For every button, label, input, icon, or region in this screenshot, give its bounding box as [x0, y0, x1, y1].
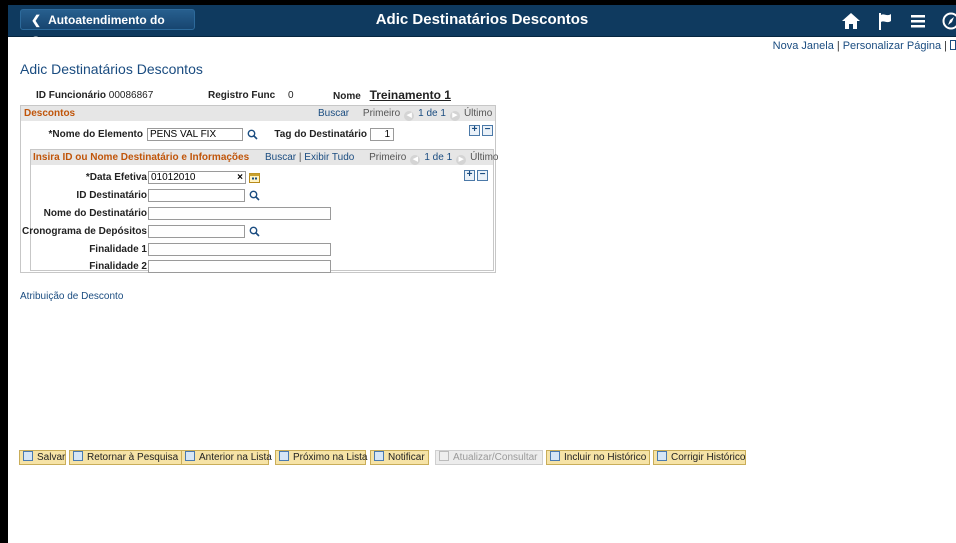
- app-header: ❮ Autoatendimento do Gerente Adic Destina…: [8, 5, 956, 48]
- deposit-schedule-label: Cronograma de Depósitos: [21, 226, 147, 237]
- home-icon[interactable]: [841, 11, 861, 31]
- purpose1-input[interactable]: [148, 243, 331, 256]
- correct-history-button[interactable]: Corrigir Histórico: [653, 450, 746, 465]
- employee-id: ID Funcionário 00086867: [36, 90, 153, 101]
- new-window-link[interactable]: Nova Janela: [773, 40, 834, 52]
- descontos-title: Descontos: [24, 108, 76, 119]
- element-name-label: *Nome do Elemento: [48, 129, 143, 140]
- next-arrow-icon[interactable]: ▶: [449, 111, 460, 121]
- recipient-name-label: Nome do Destinatário: [43, 208, 147, 219]
- page-icon[interactable]: [950, 40, 956, 50]
- add-row-button[interactable]: +: [464, 170, 475, 181]
- window-frame-left: [0, 0, 8, 543]
- next-button-label: Próximo na Lista: [293, 452, 368, 463]
- navbar-icon[interactable]: [941, 11, 956, 31]
- calendar-icon[interactable]: [249, 172, 260, 183]
- nav-separator: |: [298, 152, 302, 163]
- page-title: Adic Destinatários Descontos: [20, 61, 203, 77]
- recipient-name-input[interactable]: [148, 207, 331, 220]
- descontos-first: Primeiro: [362, 108, 401, 119]
- personalize-page-link[interactable]: Personalizar Página: [843, 40, 941, 52]
- view-all-link[interactable]: Exibir Tudo: [304, 152, 354, 163]
- menu-icon[interactable]: [908, 11, 928, 31]
- recipient-tag-input[interactable]: 1: [370, 128, 394, 141]
- recipient-id-input[interactable]: [148, 189, 245, 202]
- destinatario-last: Último: [470, 152, 499, 163]
- effective-date-label: *Data Efetiva: [85, 172, 147, 183]
- search-icon[interactable]: [247, 129, 258, 140]
- purpose1-label: Finalidade 1: [89, 244, 147, 255]
- destinatario-nav: Buscar | Exibir Tudo Primeiro ◀ 1 de 1 ▶ Últ…: [265, 152, 499, 165]
- recipient-id-label: ID Destinatário: [76, 190, 147, 201]
- link-separator: |: [836, 40, 840, 52]
- add-row-button[interactable]: +: [469, 125, 480, 136]
- include-history-button-label: Incluir no Histórico: [564, 452, 647, 463]
- destinatario-section: Insira ID ou Nome Destinatário e Informa…: [22, 149, 499, 273]
- destinatario-title: Insira ID ou Nome Destinatário e Informa…: [33, 152, 250, 163]
- effective-date-value: 01012010: [151, 172, 196, 183]
- employee-id-label: ID Funcionário: [36, 90, 106, 101]
- previous-in-list-button[interactable]: Anterior na Lista: [181, 450, 272, 465]
- notify-icon: [374, 451, 384, 461]
- include-history-icon: [550, 451, 560, 461]
- correct-history-icon: [657, 451, 667, 461]
- delete-row-button[interactable]: −: [482, 125, 493, 136]
- save-button[interactable]: Salvar: [19, 450, 66, 465]
- search-icon[interactable]: [249, 226, 260, 237]
- deposit-schedule-input[interactable]: [148, 225, 245, 238]
- destinatario-count: 1 de 1: [424, 152, 453, 163]
- notify-button[interactable]: Notificar: [370, 450, 429, 465]
- top-links: Nova Janela | Personalizar Página |: [773, 40, 956, 52]
- refresh-icon: [439, 451, 449, 461]
- descontos-search-link[interactable]: Buscar: [318, 108, 349, 119]
- purpose2-input[interactable]: [148, 260, 331, 273]
- descontos-last: Último: [463, 108, 493, 119]
- employee-name-label: Nome: [333, 91, 361, 102]
- next-icon: [279, 451, 289, 461]
- descontos-count: 1 de 1: [418, 108, 446, 119]
- employee-record: Registro Func 0: [208, 90, 294, 101]
- next-arrow-icon[interactable]: ▶: [456, 155, 467, 165]
- descontos-header: Descontos Buscar Primeiro ◀ 1 de 1 ▶ Último: [21, 106, 495, 121]
- save-button-label: Salvar: [37, 452, 66, 463]
- search-icon[interactable]: [249, 190, 260, 201]
- element-name-input[interactable]: PENS VAL FIX: [147, 128, 243, 141]
- next-in-list-button[interactable]: Próximo na Lista: [275, 450, 368, 465]
- delete-row-button[interactable]: −: [477, 170, 488, 181]
- refresh-button-label: Atualizar/Consultar: [453, 452, 538, 463]
- correct-history-button-label: Corrigir Histórico: [671, 452, 746, 463]
- employee-name-value: Treinamento 1: [369, 88, 451, 102]
- save-icon: [23, 451, 33, 461]
- descontos-nav: Buscar Primeiro ◀ 1 de 1 ▶ Último: [318, 108, 492, 121]
- destinatario-header: Insira ID ou Nome Destinatário e Informa…: [31, 150, 499, 165]
- link-separator: |: [944, 40, 947, 52]
- previous-icon: [185, 451, 195, 461]
- return-button-label: Retornar à Pesquisa: [87, 452, 179, 463]
- employee-record-value: 0: [288, 90, 294, 101]
- refresh-button[interactable]: Atualizar/Consultar: [435, 450, 543, 465]
- prev-arrow-icon[interactable]: ◀: [404, 111, 415, 121]
- employee-name: Nome Treinamento 1: [333, 88, 451, 102]
- descontos-section: Descontos Buscar Primeiro ◀ 1 de 1 ▶ Último …: [20, 105, 499, 273]
- previous-button-label: Anterior na Lista: [199, 452, 272, 463]
- employee-record-label: Registro Func: [208, 90, 276, 101]
- attribution-link[interactable]: Atribuição de Desconto: [20, 291, 123, 302]
- return-icon: [73, 451, 83, 461]
- effective-date-input[interactable]: 01012010 ×: [148, 171, 246, 184]
- destinatario-search-link[interactable]: Buscar: [265, 152, 296, 163]
- clear-icon[interactable]: ×: [237, 172, 243, 183]
- include-history-button[interactable]: Incluir no Histórico: [546, 450, 650, 465]
- prev-arrow-icon[interactable]: ◀: [410, 155, 421, 165]
- return-to-search-button[interactable]: Retornar à Pesquisa: [69, 450, 195, 465]
- employee-id-value: 00086867: [108, 90, 154, 101]
- notify-button-label: Notificar: [388, 452, 425, 463]
- recipient-tag-label: Tag do Destinatário: [274, 129, 367, 140]
- page-header-title: Adic Destinatários Descontos: [375, 11, 589, 28]
- flag-icon[interactable]: [875, 11, 895, 31]
- purpose2-label: Finalidade 2: [89, 261, 147, 272]
- destinatario-first: Primeiro: [369, 152, 407, 163]
